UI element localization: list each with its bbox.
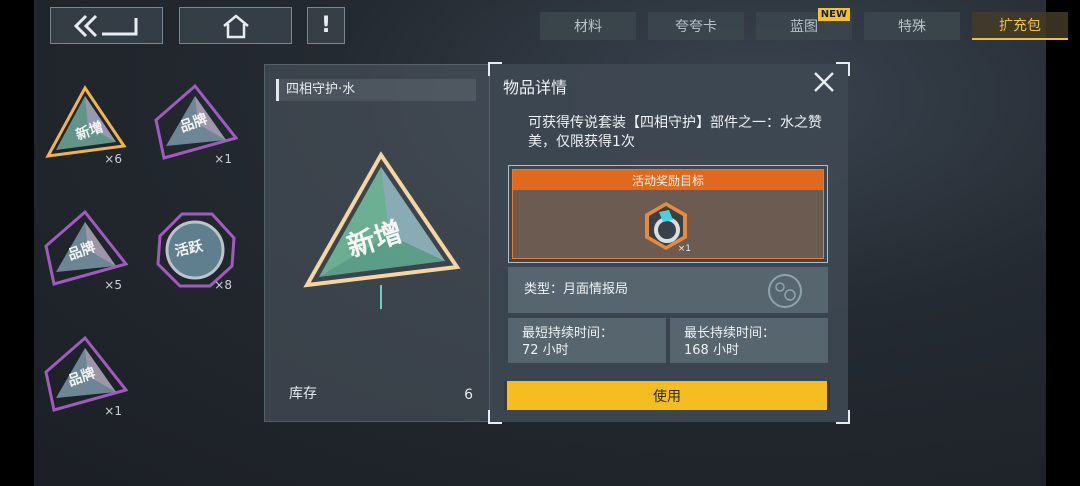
inventory-item[interactable]: 品牌 ×5 (42, 208, 129, 294)
tab-label: 扩充包 (999, 18, 1041, 34)
reward-count: ×1 (677, 244, 691, 254)
item-count: ×1 (104, 404, 122, 418)
item-count: ×6 (104, 152, 122, 166)
tab-label: 材料 (574, 19, 602, 35)
stock-label: 库存 (289, 386, 317, 402)
right-letterbox (1046, 0, 1080, 486)
frame-corner (836, 410, 850, 424)
close-icon[interactable] (812, 70, 836, 94)
reward-item[interactable]: ×1 (639, 196, 693, 256)
max-duration-label: 最长持续时间： (684, 326, 776, 341)
tab-materials[interactable]: 材料 (540, 12, 636, 40)
tab-label: 夸夸卡 (675, 19, 717, 35)
item-description: 可获得传说套装【四相守护】部件之一：水之赞美，仅限获得1次 (528, 115, 822, 150)
home-icon (222, 13, 249, 38)
tab-label: 特殊 (898, 19, 926, 35)
back-button[interactable] (50, 7, 163, 44)
reward-header: 活动奖励目标 (513, 170, 823, 190)
pyramid-pack-large-icon: 新增 (303, 151, 461, 309)
tab-special[interactable]: 特殊 (864, 12, 960, 40)
left-letterbox (0, 0, 34, 486)
tab-praise-cards[interactable]: 夸夸卡 (648, 12, 744, 40)
min-duration-label: 最短持续时间： (522, 326, 614, 341)
max-duration-box: 最长持续时间： 168 小时 (670, 318, 828, 363)
dialog-title: 物品详情 (503, 78, 568, 97)
inventory-item[interactable]: 新增 ×6 (42, 82, 128, 168)
reward-target-box: 活动奖励目标 ×1 (508, 165, 828, 263)
back-arrow-icon (73, 14, 137, 37)
tab-expansion-packs[interactable]: 扩充包 (972, 12, 1068, 40)
inventory-item[interactable]: 品牌 ×1 (152, 82, 239, 168)
item-name: 四相守护·水 (276, 79, 476, 101)
max-duration-value: 168 小时 (684, 343, 739, 358)
item-type: 类型：月面情报局 (524, 282, 629, 297)
item-count: ×8 (214, 278, 232, 292)
home-button[interactable] (179, 7, 292, 44)
stock-value: 6 (464, 387, 473, 403)
frame-corner (488, 62, 502, 76)
min-duration-box: 最短持续时间： 72 小时 (508, 318, 666, 363)
new-badge: NEW (817, 8, 850, 21)
use-button[interactable]: 使用 (504, 381, 830, 410)
tab-label: 蓝图 (790, 19, 818, 35)
frame-corner (836, 62, 850, 76)
frame-corner (488, 410, 502, 424)
tab-blueprints[interactable]: 蓝图 NEW (756, 8, 852, 40)
item-count: ×5 (104, 278, 122, 292)
inventory-item[interactable]: 活跃 ×8 (152, 208, 238, 294)
item-detail-dialog: 物品详情 可获得传说套装【四相守护】部件之一：水之赞美，仅限获得1次 活动奖励目… (488, 62, 850, 424)
item-type-row: 类型：月面情报局 (508, 267, 828, 313)
item-count: ×1 (214, 152, 232, 166)
info-button[interactable]: ! (307, 7, 345, 44)
inventory-item[interactable]: 品牌 ×1 (42, 334, 129, 420)
item-preview-panel: 四相守护·水 新增 库存 6 (264, 64, 490, 422)
min-duration-value: 72 小时 (522, 343, 569, 358)
lunar-bureau-emblem-icon (768, 274, 802, 308)
